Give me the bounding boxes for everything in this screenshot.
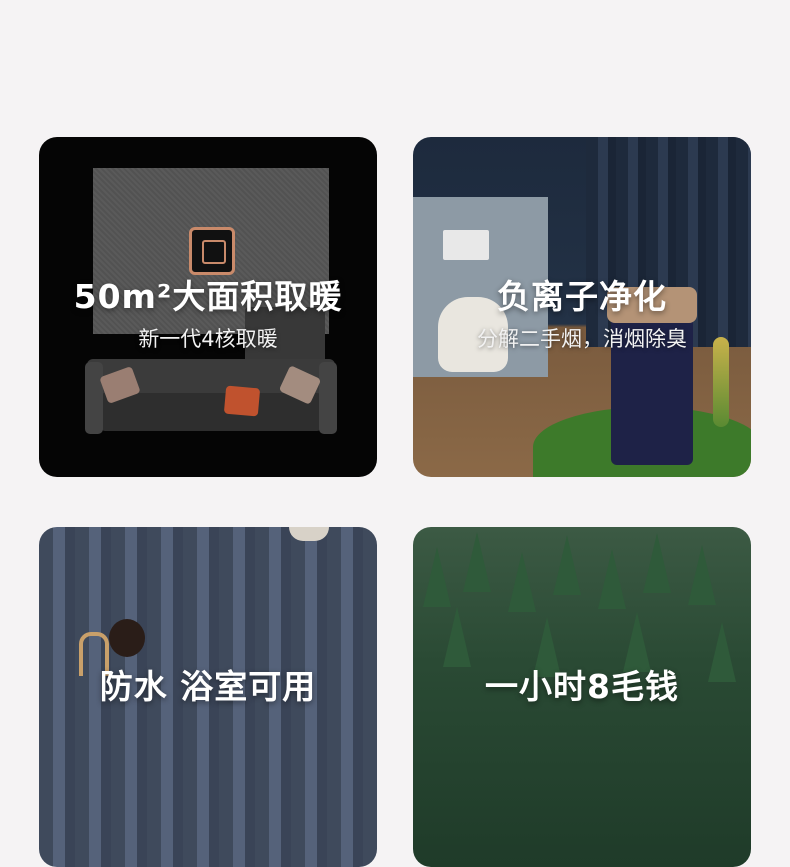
tree-image <box>598 549 626 609</box>
feature-card-purify: 负离子净化 分解二手烟，消烟除臭 <box>413 137 751 477</box>
tree-image <box>443 607 471 667</box>
sofa-seat <box>101 393 321 431</box>
feature-card-heating: 50m²大面积取暖 新一代4核取暖 <box>39 137 377 477</box>
card-title: 负离子净化 <box>497 277 667 316</box>
tree-image <box>508 552 536 612</box>
sofa-arm-right <box>319 362 337 434</box>
tree-image <box>463 532 491 592</box>
feature-card-cost: 一小时8毛钱 <box>413 527 751 867</box>
card-title: 防水 浴室可用 <box>99 667 317 706</box>
card-subtitle: 分解二手烟，消烟除臭 <box>477 327 687 351</box>
child-image <box>109 619 145 657</box>
lamp-image <box>289 527 329 541</box>
feature-card-waterproof: 防水 浴室可用 <box>39 527 377 867</box>
tree-image <box>553 535 581 595</box>
pillow <box>223 385 261 417</box>
tree-image <box>423 547 451 607</box>
heater-device-icon <box>189 227 235 275</box>
tree-image <box>643 533 671 593</box>
sofa-arm-left <box>85 362 103 434</box>
card-title: 50m²大面积取暖 <box>73 277 343 316</box>
tree-image <box>688 545 716 605</box>
flush-plate <box>443 230 489 260</box>
card-title: 一小时8毛钱 <box>485 667 679 706</box>
card-subtitle: 新一代4核取暖 <box>138 327 278 351</box>
